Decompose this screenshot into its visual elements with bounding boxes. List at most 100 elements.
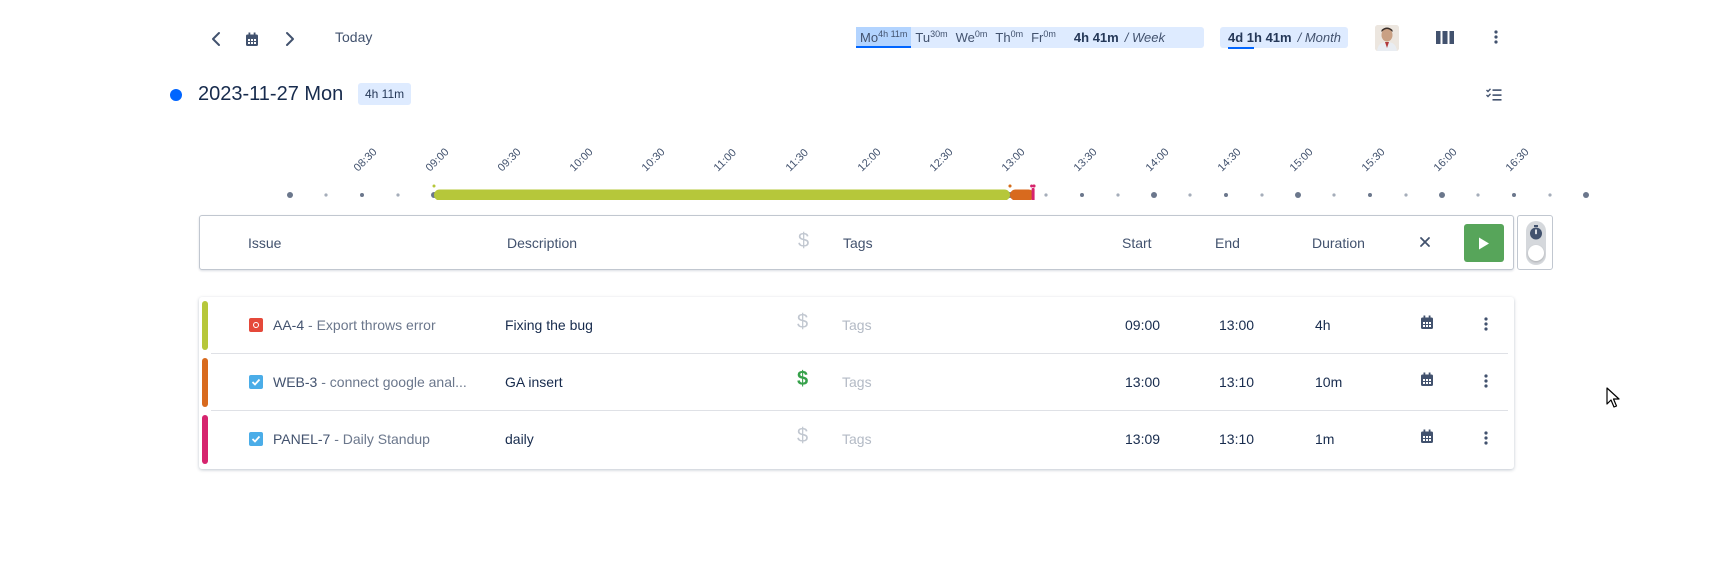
- close-icon: [1420, 237, 1430, 247]
- end-time-cell[interactable]: 13:00: [1219, 317, 1254, 333]
- timeline-tick-label: 08:30: [352, 146, 380, 174]
- timeline-dot: [1188, 193, 1192, 197]
- end-time-cell[interactable]: 13:10: [1219, 431, 1254, 447]
- calendar-icon: [1421, 315, 1433, 329]
- billable-dollar-icon[interactable]: $: [797, 311, 808, 334]
- start-timer-button[interactable]: [1464, 224, 1504, 262]
- issue-cell[interactable]: PANEL-7 - Daily Standup: [273, 431, 430, 447]
- month-total: 4d 1h 41m: [1228, 30, 1292, 49]
- duration-cell[interactable]: 1m: [1315, 431, 1334, 447]
- task-checkbox-icon: [249, 432, 263, 446]
- end-time-cell[interactable]: 13:10: [1219, 374, 1254, 390]
- worklog-list: AA-4 - Export throws error Fixing the bu…: [199, 297, 1514, 469]
- timeline-worklog-block[interactable]: [434, 189, 1010, 201]
- worklog-date-button[interactable]: [1420, 429, 1434, 447]
- description-cell[interactable]: GA insert: [505, 374, 563, 390]
- billable-dollar-icon[interactable]: $: [797, 425, 808, 448]
- duration-column-header[interactable]: Duration: [1312, 235, 1365, 251]
- columns-icon: [1436, 30, 1454, 44]
- week-label: / Week: [1124, 30, 1165, 45]
- timeline-dot: [1583, 192, 1589, 198]
- month-label: / Month: [1297, 30, 1341, 45]
- timeline-tick-label: 13:30: [1072, 146, 1100, 174]
- timeline-dot: [1439, 192, 1445, 198]
- checklist-icon: [1486, 87, 1502, 101]
- issue-cell[interactable]: AA-4 - Export throws error: [273, 317, 436, 333]
- page-title: 2023-11-27 Mon: [198, 83, 344, 105]
- duration-cell[interactable]: 4h: [1315, 317, 1331, 333]
- new-worklog-row[interactable]: Issue Description $ Tags Start End Durat…: [199, 215, 1514, 270]
- week-total: 4h 41m: [1073, 30, 1119, 45]
- description-cell[interactable]: Fixing the bug: [505, 317, 593, 333]
- week-day-mo[interactable]: Mo 4h 11m: [856, 27, 912, 48]
- worklog-date-button[interactable]: [1420, 372, 1434, 390]
- calendar-icon: [1421, 372, 1433, 386]
- avatar[interactable]: [1375, 25, 1399, 51]
- timeline-dot: [1151, 192, 1157, 198]
- timeline-dot: [1548, 193, 1552, 197]
- view-columns-button[interactable]: [1435, 29, 1455, 45]
- more-menu-button[interactable]: [1490, 28, 1502, 46]
- clear-button[interactable]: [1419, 235, 1431, 251]
- billable-dollar-icon[interactable]: $: [798, 230, 809, 253]
- checklist-button[interactable]: [1485, 86, 1503, 102]
- timeline-tick-label: 12:00: [856, 146, 884, 174]
- tags-column-header[interactable]: Tags: [843, 235, 873, 251]
- end-column-header[interactable]: End: [1215, 235, 1240, 251]
- timeline-dot: [1044, 193, 1048, 197]
- timeline-dot: [1332, 193, 1336, 197]
- duration-cell[interactable]: 10m: [1315, 374, 1342, 390]
- timeline-worklog-block[interactable]: [1010, 189, 1034, 201]
- week-summary: Mo 4h 11m Tu 30m We 0m Th 0m Fr 0m 4h 41m / W…: [856, 27, 1204, 48]
- tags-cell[interactable]: Tags: [842, 317, 872, 333]
- day-total-badge: 4h 11m: [358, 83, 412, 105]
- timeline-dot: [1512, 193, 1516, 197]
- timeline-tick-label: 16:00: [1432, 146, 1460, 174]
- worklog-more-button[interactable]: [1484, 317, 1488, 334]
- worklog-color-bar: [202, 415, 208, 464]
- timer-toggle[interactable]: [1517, 215, 1553, 270]
- day-timeline[interactable]: 08:30 09:00 09:30 10:00 10:30 11:00 11:30 12:00…: [0, 130, 1715, 200]
- tags-cell[interactable]: Tags: [842, 431, 872, 447]
- worklog-date-button[interactable]: [1420, 315, 1434, 333]
- week-day-tu[interactable]: Tu 30m: [911, 27, 951, 48]
- next-day-button[interactable]: [277, 26, 303, 52]
- start-time-cell[interactable]: 09:00: [1125, 317, 1160, 333]
- timeline-worklog-block[interactable]: [1031, 188, 1035, 200]
- timeline-tick-label: 11:00: [712, 147, 739, 174]
- week-day-fr[interactable]: Fr 0m: [1027, 27, 1060, 48]
- start-time-cell[interactable]: 13:09: [1125, 431, 1160, 447]
- date-picker-button[interactable]: [239, 26, 265, 52]
- timeline-tick-label: 12:30: [928, 146, 956, 174]
- description-cell[interactable]: daily: [505, 431, 534, 447]
- start-column-header[interactable]: Start: [1122, 235, 1152, 251]
- worklog-more-button[interactable]: [1484, 431, 1488, 448]
- timeline-tick-label: 15:30: [1360, 146, 1388, 174]
- worklog-row[interactable]: AA-4 - Export throws error Fixing the bu…: [199, 297, 1514, 354]
- timeline-dot: [287, 192, 293, 198]
- timeline-dot: [1404, 193, 1408, 197]
- timeline-block-handle[interactable]: [432, 184, 436, 188]
- timeline-block-handle[interactable]: [1008, 184, 1012, 188]
- worklog-more-button[interactable]: [1484, 374, 1488, 391]
- more-vertical-icon: [1494, 30, 1498, 44]
- prev-day-button[interactable]: [203, 26, 229, 52]
- timeline-dot: [1295, 192, 1301, 198]
- toggle-knob: [1528, 245, 1544, 261]
- timeline-dot: [1476, 193, 1480, 197]
- billable-dollar-icon[interactable]: $: [797, 368, 808, 391]
- description-column-header[interactable]: Description: [507, 235, 577, 251]
- tags-cell[interactable]: Tags: [842, 374, 872, 390]
- worklog-row[interactable]: PANEL-7 - Daily Standup daily $ Tags 13:…: [199, 411, 1514, 468]
- today-button[interactable]: Today: [335, 29, 372, 45]
- issue-cell[interactable]: WEB-3 - connect google anal...: [273, 374, 467, 390]
- week-day-we[interactable]: We 0m: [952, 27, 992, 48]
- month-summary: 4d 1h 41m / Month: [1220, 27, 1348, 49]
- timeline-dot: [1224, 193, 1228, 197]
- start-time-cell[interactable]: 13:00: [1125, 374, 1160, 390]
- issue-column-header[interactable]: Issue: [248, 235, 281, 251]
- timeline-block-handle[interactable]: [1032, 184, 1036, 188]
- week-day-th[interactable]: Th 0m: [991, 27, 1027, 48]
- timeline-tick-label: 14:30: [1216, 146, 1244, 174]
- worklog-row[interactable]: WEB-3 - connect google anal... GA insert…: [199, 354, 1514, 411]
